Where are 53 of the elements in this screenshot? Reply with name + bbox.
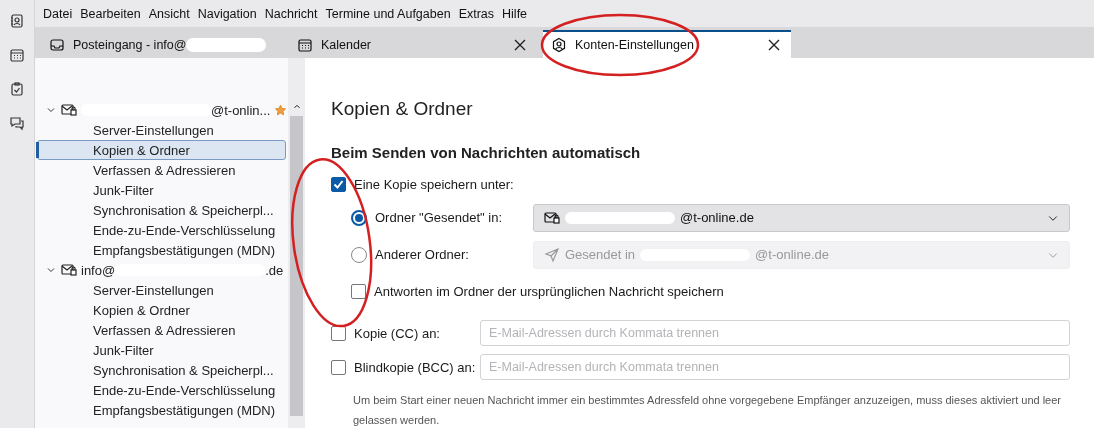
tree-item[interactable]: Synchronisation & Speicherpl... <box>37 360 286 380</box>
tab[interactable]: Posteingang - info@ <box>41 30 289 58</box>
tree-item[interactable]: Ende-zu-Ende-Verschlüsselung <box>37 380 286 400</box>
section-heading: Beim Senden von Nachrichten automatisch <box>331 144 642 161</box>
tree-item[interactable]: Server-Einstellungen <box>37 280 286 300</box>
menu-item[interactable]: Extras <box>454 6 499 21</box>
menu-item[interactable]: Termine und Aufgaben <box>321 6 455 21</box>
inbox-icon <box>49 37 65 53</box>
input-field[interactable]: E-Mail-Adressen durch Kommata trennen <box>480 320 1070 346</box>
menu-item[interactable]: Hilfe <box>498 6 532 21</box>
account-icon <box>551 37 567 53</box>
tree-item[interactable]: Server-Einstellungen <box>37 120 286 140</box>
tree-item[interactable]: Empfangsbestätigungen (MDN) <box>37 240 286 260</box>
checkbox[interactable] <box>331 359 346 375</box>
menu-item[interactable]: Nachricht <box>260 6 322 21</box>
menu-item[interactable]: Navigation <box>193 6 261 21</box>
mail-lock-icon <box>544 209 560 226</box>
tree-item[interactable]: Junk-Filter <box>37 340 286 360</box>
radio-label: Ordner "Gesendet" in: <box>375 210 504 225</box>
checkbox-label: Antworten im Ordner der ursprünglichen Nachricht speichern <box>374 284 724 299</box>
tree-item[interactable]: Kopien & Ordner <box>37 300 286 320</box>
star-icon <box>274 103 288 117</box>
tree-item[interactable]: Verfassen & Adressieren <box>37 160 286 180</box>
tree-item[interactable]: Empfangsbestätigungen (MDN) <box>37 400 286 420</box>
mail-lock-icon <box>61 262 77 278</box>
tree-item[interactable]: Verfassen & Adressieren <box>37 320 286 340</box>
tab[interactable]: Kalender <box>289 30 537 58</box>
checkbox-label: Eine Kopie speichern unter: <box>354 176 514 192</box>
calendar-icon <box>9 47 25 63</box>
input-field[interactable]: E-Mail-Adressen durch Kommata trennen <box>480 354 1070 380</box>
address-book-icon <box>9 13 25 29</box>
mail-lock-icon <box>61 102 77 118</box>
hint-text: Um beim Start einer neuen Nachricht immer ein bestimmtes Adressfeld ohne vorgegebene Empfänger anzuzeigen, muss dieses aktiviert und leer gelassen werden. <box>353 393 1063 428</box>
tree-item[interactable]: Kopien & Ordner <box>37 140 286 160</box>
page-title: Kopien & Ordner <box>331 98 474 120</box>
clipboard-check-icon <box>9 81 25 97</box>
folder-dropdown[interactable]: @t-online.de <box>533 203 1070 232</box>
radio-label: Anderer Ordner: <box>375 247 470 262</box>
tree-item[interactable]: Junk-Filter <box>37 180 286 200</box>
radio-button[interactable] <box>351 246 367 263</box>
checkbox[interactable] <box>331 176 346 192</box>
tree-item[interactable]: Synchronisation & Speicherpl... <box>37 200 286 220</box>
menu-item[interactable]: Bearbeiten <box>76 6 145 21</box>
checkbox-label: Kopie (CC) an: <box>354 325 441 341</box>
calendar-icon <box>297 37 313 53</box>
send-icon <box>544 246 560 263</box>
checkbox[interactable] <box>351 284 366 299</box>
menu-item[interactable]: Ansicht <box>144 6 194 21</box>
tree-item[interactable]: Ende-zu-Ende-Verschlüsselung <box>37 220 286 240</box>
scrollbar-thumb[interactable] <box>290 116 303 416</box>
chat-bubbles-icon <box>9 115 25 131</box>
tab[interactable]: Konten-Einstellungen <box>543 30 791 58</box>
menu-item[interactable]: Datei <box>39 6 77 21</box>
